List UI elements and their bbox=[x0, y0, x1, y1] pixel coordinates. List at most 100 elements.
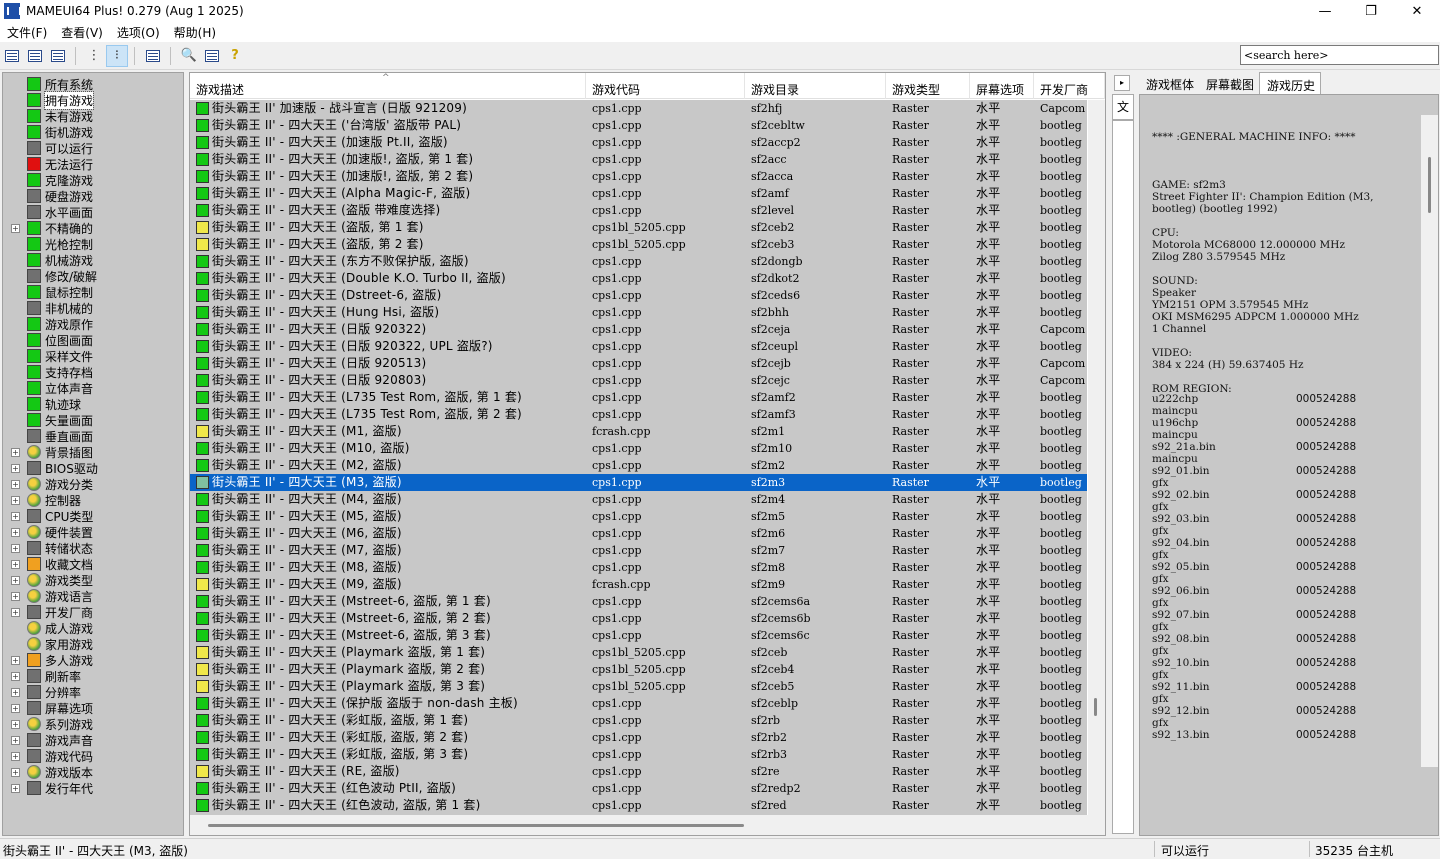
tree-item[interactable]: 光枪控制 bbox=[3, 236, 183, 252]
table-row[interactable]: 街头霸王 II' - 四大天王 (Mstreet-6, 盗版, 第 1 套) cp… bbox=[190, 593, 1087, 610]
column-header-directory[interactable]: 游戏目录 bbox=[745, 73, 886, 99]
history-text[interactable]: **** :GENERAL MACHINE INFO: **** GAME: sf… bbox=[1139, 94, 1439, 836]
tree-item[interactable]: + BIOS驱动 bbox=[3, 460, 183, 476]
expand-icon[interactable]: + bbox=[11, 223, 20, 233]
table-row[interactable]: 街头霸王 II' - 四大天王 (日版 920322, UPL 盗版?) cps1… bbox=[190, 338, 1087, 355]
tree-item[interactable]: + 硬件装置 bbox=[3, 524, 183, 540]
tree-item[interactable]: 鼠标控制 bbox=[3, 284, 183, 300]
expand-icon[interactable]: + bbox=[11, 447, 20, 457]
view-details-button[interactable]: ⋮ bbox=[83, 45, 105, 67]
expand-icon[interactable]: + bbox=[11, 735, 20, 745]
table-row[interactable]: 街头霸王 II' - 四大天王 (Mstreet-6, 盗版, 第 2 套) cp… bbox=[190, 610, 1087, 627]
expand-icon[interactable]: + bbox=[11, 575, 20, 585]
table-row[interactable]: 街头霸王 II' - 四大天王 (M2, 盗版) cps1.cpp sf2m2 Ras… bbox=[190, 457, 1087, 474]
list-vertical-scrollbar[interactable] bbox=[1088, 100, 1105, 816]
tree-item[interactable]: 成人游戏 bbox=[3, 620, 183, 636]
tree-item[interactable]: 家用游戏 bbox=[3, 636, 183, 652]
tree-item[interactable]: + 转储状态 bbox=[3, 540, 183, 556]
table-row[interactable]: 街头霸王 II' - 四大天王 (M1, 盗版) fcrash.cpp sf2m1 R… bbox=[190, 423, 1087, 440]
tree-item[interactable]: 街机游戏 bbox=[3, 124, 183, 140]
tree-item[interactable]: + 系列游戏 bbox=[3, 716, 183, 732]
tree-item[interactable]: 拥有游戏 bbox=[3, 90, 183, 110]
tree-item[interactable]: 位图画面 bbox=[3, 332, 183, 348]
toggle-panels-button[interactable] bbox=[142, 45, 164, 67]
table-row[interactable]: 街头霸王 II' - 四大天王 (L735 Test Rom, 盗版, 第 1 … bbox=[190, 389, 1087, 406]
tree-item[interactable]: + 游戏代码 bbox=[3, 748, 183, 764]
expand-icon[interactable]: + bbox=[11, 527, 20, 537]
tree-item[interactable]: 矢量画面 bbox=[3, 412, 183, 428]
menu-help[interactable]: 帮助(H) bbox=[167, 24, 223, 41]
expand-icon[interactable]: + bbox=[11, 511, 20, 521]
tree-item[interactable]: + 刷新率 bbox=[3, 668, 183, 684]
table-row[interactable]: 街头霸王 II' - 四大天王 (Mstreet-6, 盗版, 第 3 套) cp… bbox=[190, 627, 1087, 644]
tree-item[interactable]: + 多人游戏 bbox=[3, 652, 183, 668]
properties-button[interactable] bbox=[201, 45, 223, 67]
expand-icon[interactable]: + bbox=[11, 703, 20, 713]
expand-icon[interactable]: + bbox=[11, 543, 20, 553]
table-row[interactable]: 街头霸王 II' - 四大天王 (日版 920322) cps1.cpp sf2ce… bbox=[190, 321, 1087, 338]
table-row[interactable]: 街头霸王 II' - 四大天王 (保护版 盗版于 non-dash 主板) cps… bbox=[190, 695, 1087, 712]
expand-icon[interactable]: + bbox=[11, 687, 20, 697]
tree-item[interactable]: + 不精确的 bbox=[3, 220, 183, 236]
text-tab[interactable]: 文 bbox=[1112, 94, 1134, 120]
tree-item[interactable]: + 游戏类型 bbox=[3, 572, 183, 588]
table-row[interactable]: 街头霸王 II' - 四大天王 (M3, 盗版) cps1.cpp sf2m3 Ras… bbox=[190, 474, 1087, 491]
expand-icon[interactable]: + bbox=[11, 591, 20, 601]
table-row[interactable]: 街头霸王 II' - 四大天王 (M9, 盗版) fcrash.cpp sf2m9 R… bbox=[190, 576, 1087, 593]
table-row[interactable]: 街头霸王 II' - 四大天王 (M8, 盗版) cps1.cpp sf2m8 Ras… bbox=[190, 559, 1087, 576]
menu-file[interactable]: 文件(F) bbox=[0, 24, 54, 41]
table-row[interactable]: 街头霸王 II' - 四大天王 (盗版, 第 1 套) cps1bl_5205.c… bbox=[190, 219, 1087, 236]
table-row[interactable]: 街头霸王 II' - 四大天王 (M4, 盗版) cps1.cpp sf2m4 Ras… bbox=[190, 491, 1087, 508]
history-scrollbar[interactable] bbox=[1421, 115, 1438, 767]
table-row[interactable]: 街头霸王 II' - 四大天王 (Double K.O. Turbo II, 盗… bbox=[190, 270, 1087, 287]
folder-tree[interactable]: 所有系统 拥有游戏 未有游戏 街机游戏 可以运行 无法运行 克隆游戏 硬盘游戏 水平画面 + 不精确… bbox=[2, 72, 184, 836]
column-header-type[interactable]: 游戏类型 bbox=[886, 73, 970, 99]
table-row[interactable]: 街头霸王 II' - 四大天王 (日版 920513) cps1.cpp sf2ce… bbox=[190, 355, 1087, 372]
tree-item[interactable]: 未有游戏 bbox=[3, 108, 183, 124]
search-input[interactable] bbox=[1240, 45, 1439, 65]
table-row[interactable]: 街头霸王 II' - 四大天王 (彩虹版, 盗版, 第 2 套) cps1.cpp… bbox=[190, 729, 1087, 746]
view-grouped-button[interactable]: ⁝ bbox=[106, 44, 128, 67]
table-row[interactable]: 街头霸王 II' - 四大天王 (盗版, 第 2 套) cps1bl_5205.c… bbox=[190, 236, 1087, 253]
table-row[interactable]: 街头霸王 II' - 四大天王 (红色波动, 盗版, 第 1 套) cps1.cp… bbox=[190, 797, 1087, 814]
tree-item[interactable]: 非机械的 bbox=[3, 300, 183, 316]
table-row[interactable]: 街头霸王 II' - 四大天王 (Hung Hsi, 盗版) cps1.cpp sf… bbox=[190, 304, 1087, 321]
expand-icon[interactable]: + bbox=[11, 767, 20, 777]
tab-cabinet[interactable]: 游戏框体 bbox=[1139, 72, 1199, 94]
table-row[interactable]: 街头霸王 II' - 四大天王 (M6, 盗版) cps1.cpp sf2m6 Ras… bbox=[190, 525, 1087, 542]
menu-view[interactable]: 查看(V) bbox=[54, 24, 110, 41]
tree-item[interactable]: 可以运行 bbox=[3, 140, 183, 156]
tree-item[interactable]: + 背景插图 bbox=[3, 444, 183, 460]
minimize-button[interactable]: — bbox=[1302, 0, 1348, 22]
tree-item[interactable]: 机械游戏 bbox=[3, 252, 183, 268]
tree-item[interactable]: 克隆游戏 bbox=[3, 172, 183, 188]
tree-item[interactable]: + 开发厂商 bbox=[3, 604, 183, 620]
tree-item[interactable]: 支持存档 bbox=[3, 364, 183, 380]
tree-item[interactable]: 游戏原作 bbox=[3, 316, 183, 332]
close-button[interactable]: ✕ bbox=[1394, 0, 1440, 22]
table-row[interactable]: 街头霸王 II' - 四大天王 (RE, 盗版) cps1.cpp sf2re Ras… bbox=[190, 763, 1087, 780]
column-header-code[interactable]: 游戏代码 bbox=[586, 73, 745, 99]
menu-options[interactable]: 选项(O) bbox=[110, 24, 167, 41]
tree-item[interactable]: + 发行年代 bbox=[3, 780, 183, 796]
table-row[interactable]: 街头霸王 II' - 四大天王 ('台湾版' 盗版带 PAL) cps1.cpp s… bbox=[190, 117, 1087, 134]
tree-item[interactable]: + 游戏分类 bbox=[3, 476, 183, 492]
table-row[interactable]: 街头霸王 II' - 四大天王 (L735 Test Rom, 盗版, 第 2 … bbox=[190, 406, 1087, 423]
table-row[interactable]: 街头霸王 II' - 四大天王 (M10, 盗版) cps1.cpp sf2m10 R… bbox=[190, 440, 1087, 457]
table-row[interactable]: 街头霸王 II' - 四大天王 (Dstreet-6, 盗版) cps1.cpp s… bbox=[190, 287, 1087, 304]
tree-item[interactable]: 所有系统 bbox=[3, 76, 183, 92]
expand-icon[interactable]: + bbox=[11, 671, 20, 681]
expand-icon[interactable]: + bbox=[11, 495, 20, 505]
table-row[interactable]: 街头霸王 II' - 四大天王 (M7, 盗版) cps1.cpp sf2m7 Ras… bbox=[190, 542, 1087, 559]
expand-icon[interactable]: + bbox=[11, 463, 20, 473]
tree-item[interactable]: 无法运行 bbox=[3, 156, 183, 172]
expand-arrow-button[interactable]: ▸ bbox=[1114, 75, 1130, 91]
tree-item[interactable]: + 游戏版本 bbox=[3, 764, 183, 780]
tree-item[interactable]: + 分辨率 bbox=[3, 684, 183, 700]
table-row[interactable]: 街头霸王 II' 加速版 - 战斗宣言 (日版 921209) cps1.cpp s… bbox=[190, 100, 1087, 117]
tree-item[interactable]: + 收藏文档 bbox=[3, 556, 183, 572]
table-row[interactable]: 街头霸王 II' - 四大天王 (Playmark 盗版, 第 2 套) cps1… bbox=[190, 661, 1087, 678]
list-horizontal-scroll-thumb[interactable] bbox=[208, 824, 744, 827]
tree-item[interactable]: 采样文件 bbox=[3, 348, 183, 364]
table-row[interactable]: 街头霸王 II' - 四大天王 (加速版!, 盗版, 第 2 套) cps1.cp… bbox=[190, 168, 1087, 185]
